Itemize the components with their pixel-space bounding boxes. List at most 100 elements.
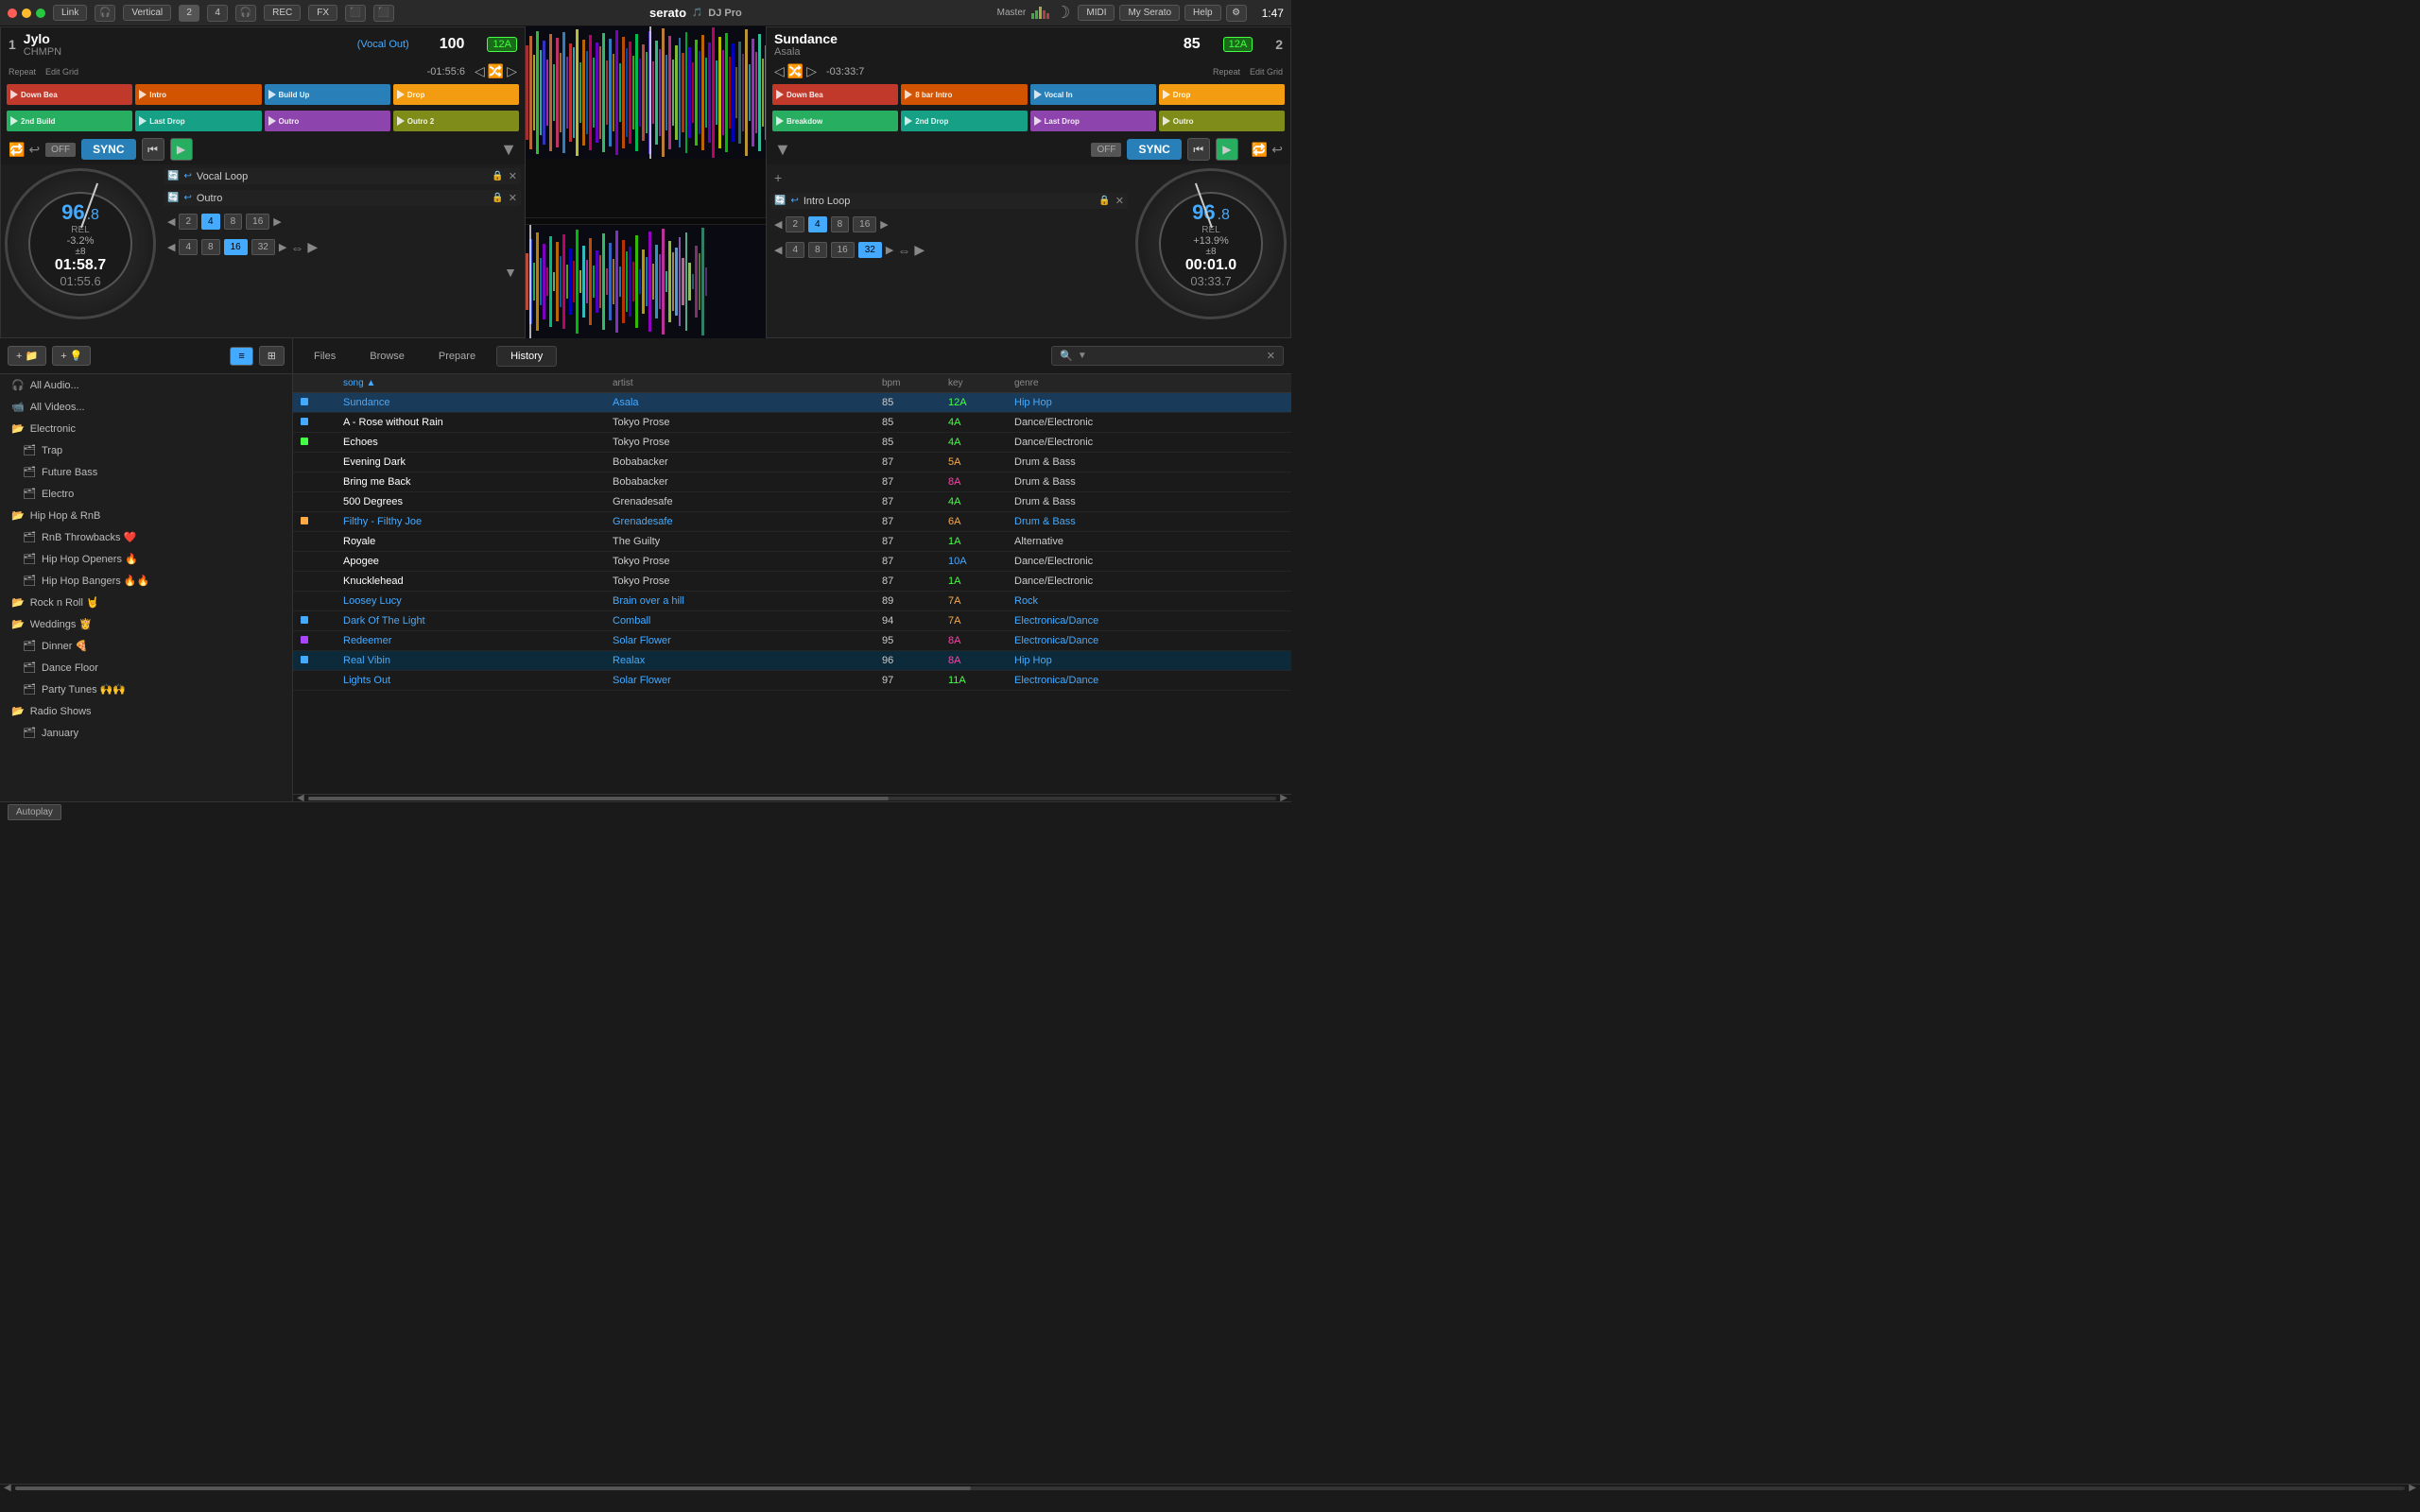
minimize-button[interactable] <box>22 9 31 18</box>
sidebar-item-radio-shows[interactable]: 📂 Radio Shows <box>0 700 292 722</box>
table-row[interactable]: Real Vibin Realax 96 8A Hip Hop <box>293 651 1291 671</box>
deck2-beat2-prev[interactable]: ◀ <box>774 244 782 256</box>
deck2-beat2-16[interactable]: 16 <box>831 242 855 258</box>
scroll-left-icon[interactable]: ◀ <box>297 793 304 803</box>
deck1-nav[interactable]: ◁ 🔀 ▷ <box>475 63 517 79</box>
tab-history[interactable]: History <box>496 346 557 367</box>
deck1-prev-button[interactable]: ⏮ <box>142 138 164 161</box>
deck2-nav[interactable]: ◁ 🔀 ▷ <box>774 63 817 79</box>
deck2-cue-3[interactable]: Vocal In <box>1030 84 1156 105</box>
sidebar-item-hiphop-bangers[interactable]: 🗂 Hip Hop Bangers 🔥🔥 <box>0 570 292 592</box>
deck1-cue-6[interactable]: Last Drop <box>135 111 261 131</box>
deck2-off-button[interactable]: OFF <box>1091 143 1121 157</box>
table-row[interactable]: 500 Degrees Grenadesafe 87 4A Drum & Bas… <box>293 492 1291 512</box>
deck2-loop1[interactable]: 🔄 ↩ Intro Loop 🔒 ✕ <box>770 193 1128 209</box>
vertical-button[interactable]: Vertical <box>123 5 171 21</box>
grid-icon[interactable]: ⬛ <box>373 5 394 22</box>
deck2-beat-prev[interactable]: ◀ <box>774 218 782 231</box>
deck-num-4[interactable]: 4 <box>207 5 228 22</box>
add-crate-button[interactable]: + 📁 <box>8 346 46 366</box>
fx-button[interactable]: FX <box>308 5 337 21</box>
deck1-cue-5[interactable]: 2nd Build <box>7 111 132 131</box>
sidebar-item-january[interactable]: 🗂 January <box>0 722 292 744</box>
sidebar-item-dance-floor[interactable]: 🗂 Dance Floor <box>0 657 292 679</box>
sidebar-item-electronic[interactable]: 📂 Electronic <box>0 418 292 439</box>
rec-button[interactable]: REC <box>264 5 301 21</box>
list-view-button[interactable]: ≡ <box>230 347 252 366</box>
tab-browse[interactable]: Browse <box>356 347 418 366</box>
deck2-cue-8[interactable]: Outro <box>1159 111 1285 131</box>
loop-close-icon[interactable]: ✕ <box>509 170 517 182</box>
deck2-beat-2[interactable]: 2 <box>786 216 804 232</box>
deck1-beat-8[interactable]: 8 <box>224 214 243 230</box>
table-row[interactable]: Filthy - Filthy Joe Grenadesafe 87 6A Dr… <box>293 512 1291 532</box>
deck2-loop-icon[interactable]: 🔁 ↩ <box>1252 142 1283 158</box>
deck2-loop-arr-icon[interactable]: ⇔ <box>897 243 910 258</box>
autoplay-button[interactable]: Autoplay <box>8 804 61 820</box>
headphone2-icon[interactable]: 🎧 <box>235 5 256 22</box>
deck2-cue-1[interactable]: Down Bea <box>772 84 898 105</box>
deck1-sync-button[interactable]: SYNC <box>81 139 135 160</box>
table-row[interactable]: Echoes Tokyo Prose 85 4A Dance/Electroni… <box>293 433 1291 453</box>
table-row[interactable]: Apogee Tokyo Prose 87 10A Dance/Electron… <box>293 552 1291 572</box>
help-button[interactable]: Help <box>1184 5 1221 21</box>
deck1-loop1[interactable]: 🔄 ↩ Vocal Loop 🔒 ✕ <box>164 168 521 184</box>
deck2-loop-play-icon[interactable]: ▶ <box>914 242 925 258</box>
deck2-beat-8[interactable]: 8 <box>831 216 850 232</box>
loop-arrows-icon[interactable]: ⇔ <box>290 240 303 255</box>
deck1-cue-7[interactable]: Outro <box>265 111 390 131</box>
sampler-icon[interactable]: ⬛ <box>345 5 366 22</box>
table-row[interactable]: Sundance Asala 85 12A Hip Hop <box>293 393 1291 413</box>
deck1-repeat[interactable]: Repeat <box>9 67 36 77</box>
deck1-cue-8[interactable]: Outro 2 <box>393 111 519 131</box>
deck2-beat2-32[interactable]: 32 <box>858 242 882 258</box>
search-filter-icon[interactable]: ▼ <box>1078 351 1087 361</box>
sidebar-item-rnb[interactable]: 🗂 RnB Throwbacks ❤️ <box>0 526 292 548</box>
deck2-cue-4[interactable]: Drop <box>1159 84 1285 105</box>
deck1-beat2-16[interactable]: 16 <box>224 239 248 255</box>
eq-down-icon[interactable]: ▼ <box>504 265 517 280</box>
table-row[interactable]: Redeemer Solar Flower 95 8A Electronica/… <box>293 631 1291 651</box>
deck1-play-button[interactable]: ▶ <box>170 138 193 161</box>
deck2-beat-4[interactable]: 4 <box>808 216 827 232</box>
table-row[interactable]: Evening Dark Bobabacker 87 5A Drum & Bas… <box>293 453 1291 472</box>
deck1-eq-icon[interactable]: ▼ <box>500 140 517 160</box>
deck2-add-icon[interactable]: + <box>774 170 782 185</box>
deck1-beat2-32[interactable]: 32 <box>251 239 275 255</box>
sidebar-item-trap[interactable]: 🗂 Trap <box>0 439 292 461</box>
sidebar-item-dinner[interactable]: 🗂 Dinner 🍕 <box>0 635 292 657</box>
deck2-prev-button[interactable]: ⏮ <box>1187 138 1210 161</box>
deck2-edit-grid[interactable]: Edit Grid <box>1250 67 1283 77</box>
table-scroll[interactable]: ◀ ▶ <box>293 794 1291 801</box>
deck1-edit-grid[interactable]: Edit Grid <box>45 67 78 77</box>
sidebar-item-weddings[interactable]: 📂 Weddings 👸 <box>0 613 292 635</box>
my-serato-button[interactable]: My Serato <box>1119 5 1180 21</box>
sidebar-item-hiphop[interactable]: 📂 Hip Hop & RnB <box>0 505 292 526</box>
tab-prepare[interactable]: Prepare <box>425 347 489 366</box>
table-row[interactable]: Dark Of The Light Comball 94 7A Electron… <box>293 611 1291 631</box>
midi-button[interactable]: MIDI <box>1078 5 1115 21</box>
deck2-beat2-4[interactable]: 4 <box>786 242 804 258</box>
deck-num-2[interactable]: 2 <box>179 5 199 22</box>
table-row[interactable]: Bring me Back Bobabacker 87 8A Drum & Ba… <box>293 472 1291 492</box>
sidebar-item-rock[interactable]: 📂 Rock n Roll 🤘 <box>0 592 292 613</box>
beat-next-icon[interactable]: ▶ <box>273 215 281 228</box>
deck2-beat-next[interactable]: ▶ <box>880 218 888 231</box>
beat-prev-icon[interactable]: ◀ <box>167 215 175 228</box>
col-bpm[interactable]: bpm <box>882 378 948 388</box>
deck2-sync-button[interactable]: SYNC <box>1127 139 1181 160</box>
deck2-beat2-8[interactable]: 8 <box>808 242 827 258</box>
beat2-prev-icon[interactable]: ◀ <box>167 241 175 253</box>
deck1-cue-3[interactable]: Build Up <box>265 84 390 105</box>
search-clear-icon[interactable]: ✕ <box>1267 350 1275 362</box>
deck1-beat-16[interactable]: 16 <box>246 214 269 230</box>
scroll-right-icon[interactable]: ▶ <box>1280 793 1288 803</box>
deck1-platter[interactable]: 96 .8 REL -3.2% ±8 01:58.7 01:55.6 <box>5 168 156 319</box>
headphones-icon[interactable]: 🎧 <box>95 5 115 22</box>
col-song[interactable]: song ▲ <box>343 378 613 388</box>
beat2-next-icon[interactable]: ▶ <box>279 241 286 253</box>
sidebar-item-all-audio[interactable]: 🎧 All Audio... <box>0 374 292 396</box>
maximize-button[interactable] <box>36 9 45 18</box>
close-button[interactable] <box>8 9 17 18</box>
deck2-beat-16[interactable]: 16 <box>853 216 876 232</box>
